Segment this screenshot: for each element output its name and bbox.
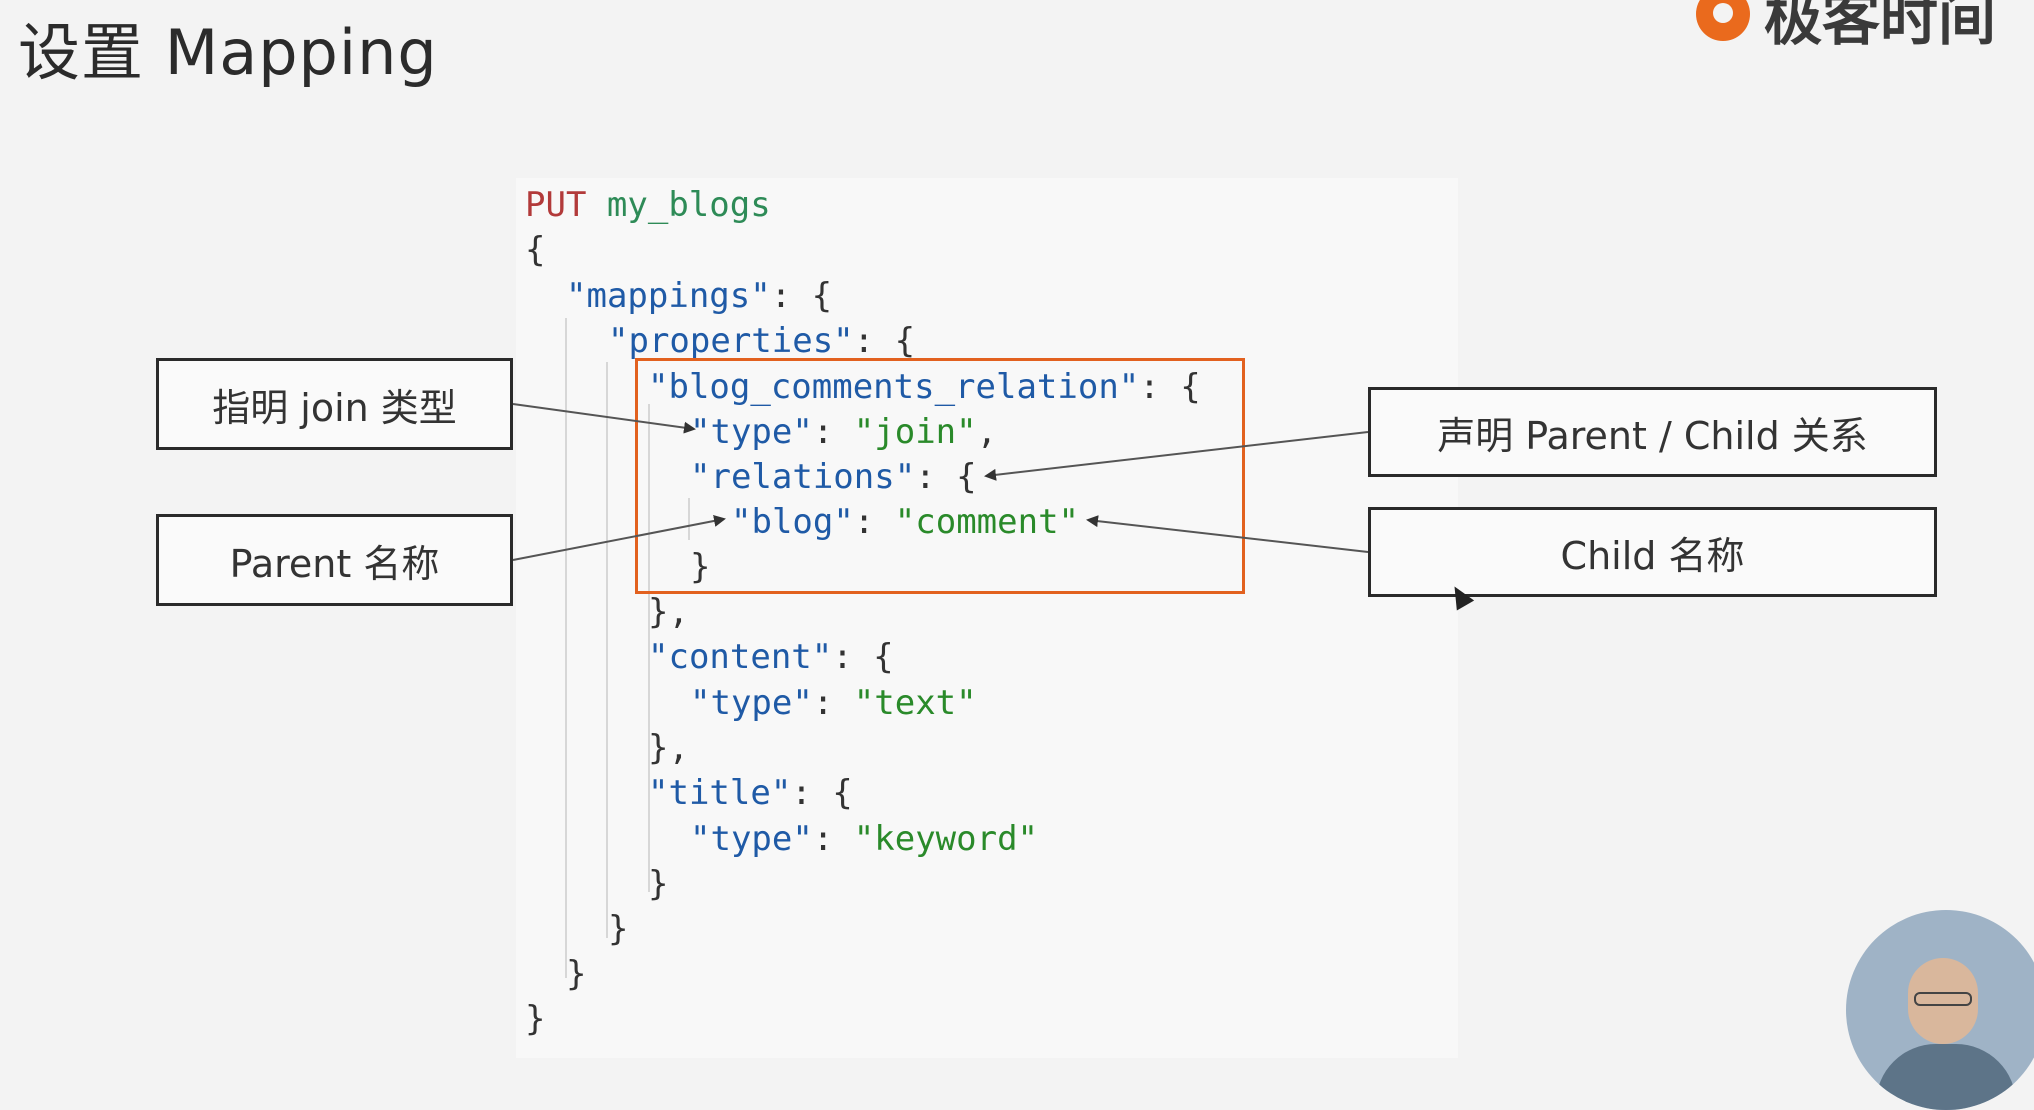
punctuation: : [812, 683, 854, 723]
json-key: "title" [648, 773, 792, 813]
code-line-properties: "properties": { [608, 319, 915, 363]
callout-parent-name: Parent 名称 [156, 514, 513, 606]
brace: } [566, 954, 587, 994]
indent-guide [648, 812, 650, 854]
code-line: { [525, 228, 545, 272]
brace: } [608, 909, 629, 949]
logo-icon [1696, 0, 1750, 41]
code-line-mappings: "mappings": { [566, 274, 832, 318]
punctuation: : { [832, 637, 894, 677]
brace: }, [648, 728, 689, 768]
code-line: } [608, 907, 628, 951]
callout-relation-declaration: 声明 Parent / Child 关系 [1368, 387, 1937, 477]
indent-guide [606, 362, 608, 938]
punctuation: : { [791, 773, 853, 813]
logo-text: 极客时间 [1764, 0, 1997, 53]
indent-guide [648, 676, 650, 716]
code-line: } [648, 862, 668, 906]
code-line-title-type: "type": "keyword" [690, 817, 1038, 861]
code-line-content-type: "type": "text" [690, 681, 977, 725]
punctuation: : [812, 819, 854, 859]
presenter-body [1876, 1044, 2016, 1110]
json-string: "text" [853, 683, 977, 723]
json-key: "properties" [608, 321, 854, 361]
code-line-title: "title": { [648, 771, 853, 815]
code-line: } [525, 997, 545, 1041]
brace: }, [648, 592, 689, 632]
indent-guide [565, 318, 567, 978]
callout-child-name: Child 名称 [1368, 507, 1937, 597]
code-line-content: "content": { [648, 635, 894, 679]
punctuation: : { [853, 321, 916, 361]
punctuation: : { [770, 276, 833, 316]
request-path: my_blogs [606, 185, 771, 225]
json-key: "content" [648, 637, 833, 677]
json-key: "mappings" [566, 276, 771, 316]
brace: } [648, 864, 669, 904]
code-line: }, [648, 590, 689, 634]
presenter-video-thumbnail [1846, 910, 2034, 1110]
brace: { [525, 230, 546, 270]
brand-logo: 极客时间 [1696, 0, 1996, 54]
page-title: 设置 Mapping [18, 16, 438, 89]
code-line: }, [648, 726, 689, 770]
join-field-highlight [635, 358, 1245, 594]
code-line-request: PUT my_blogs [525, 183, 771, 227]
presenter-glasses [1914, 992, 1972, 1006]
code-line: } [566, 952, 586, 996]
callout-join-type: 指明 join 类型 [156, 358, 513, 450]
brace: } [525, 999, 546, 1039]
json-key: "type" [690, 683, 813, 723]
json-string: "keyword" [853, 819, 1039, 859]
http-verb: PUT [525, 185, 587, 225]
json-key: "type" [690, 819, 813, 859]
